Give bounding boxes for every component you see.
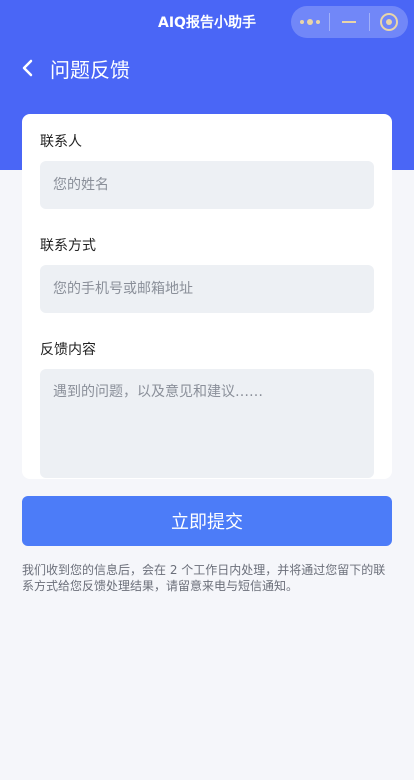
contact-name-input[interactable] bbox=[40, 161, 374, 209]
capsule-close-button[interactable] bbox=[370, 6, 408, 38]
nav-bar: 问题反馈 bbox=[0, 44, 414, 92]
feedback-content-group: 反馈内容 bbox=[40, 340, 374, 478]
contact-name-group: 联系人 bbox=[40, 132, 374, 209]
capsule-more-button[interactable] bbox=[291, 6, 329, 38]
contact-method-input[interactable] bbox=[40, 265, 374, 313]
capsule-minimize-button[interactable] bbox=[330, 6, 368, 38]
more-dots-icon bbox=[300, 19, 321, 25]
feedback-content-textarea[interactable] bbox=[40, 369, 374, 478]
minimize-icon bbox=[342, 21, 357, 23]
mini-program-capsule bbox=[291, 6, 408, 38]
processing-notice: 我们收到您的信息后，会在 2 个工作日内处理，并将通过您留下的联系方式给您反馈处… bbox=[22, 563, 386, 593]
title-bar: AIQ报告小助手 bbox=[0, 0, 414, 44]
chevron-left-icon bbox=[22, 59, 33, 77]
feedback-form-card: 联系人 联系方式 反馈内容 bbox=[22, 114, 392, 479]
back-button[interactable] bbox=[6, 44, 50, 92]
page-title: 问题反馈 bbox=[50, 57, 130, 82]
feedback-content-label: 反馈内容 bbox=[40, 342, 96, 358]
submit-button[interactable]: 立即提交 bbox=[22, 496, 392, 546]
contact-name-label: 联系人 bbox=[40, 134, 82, 150]
contact-method-label: 联系方式 bbox=[40, 238, 96, 254]
close-circle-icon bbox=[379, 13, 398, 31]
contact-method-group: 联系方式 bbox=[40, 236, 374, 313]
